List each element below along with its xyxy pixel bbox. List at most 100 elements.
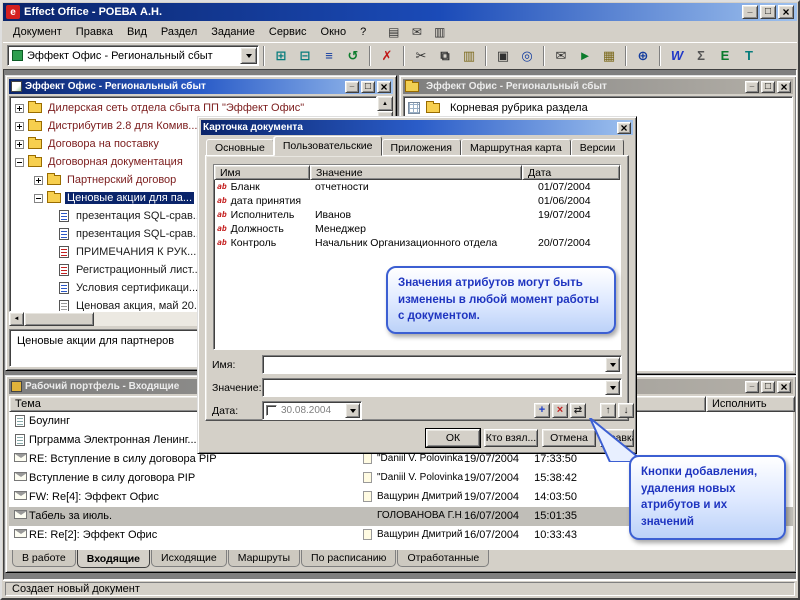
expand-plus-icon[interactable] <box>15 103 24 113</box>
main-toolbar: Эффект Офис - Региональный сбыт ⊞ ⊟ ≡ ↺ … <box>3 42 797 68</box>
tab-route-map[interactable]: Маршрутная карта <box>460 139 571 156</box>
add-attribute-button[interactable]: + <box>534 403 550 418</box>
expand-minus-icon[interactable] <box>34 193 43 203</box>
expand-plus-icon[interactable] <box>15 121 24 131</box>
tab-versions[interactable]: Версии <box>570 139 625 156</box>
scrollbar-thumb[interactable] <box>24 312 94 326</box>
menu-help[interactable]: ? <box>353 24 373 40</box>
attribute-value: Иванов <box>315 209 352 221</box>
section-list-item[interactable]: Корневая рубрика раздела <box>408 101 788 114</box>
combobox-dropdown-button[interactable] <box>240 47 257 64</box>
minimize-button[interactable] <box>742 5 758 19</box>
attribute-row[interactable]: Бланк отчетности 01/07/2004 <box>214 180 620 194</box>
mail-button[interactable]: ✉ <box>549 45 573 67</box>
tab-routes[interactable]: Маршруты <box>227 550 301 567</box>
dialog-title: Карточка документа <box>203 122 303 133</box>
tree-view-button[interactable]: ⊞ <box>269 45 293 67</box>
date-checkbox[interactable] <box>266 405 277 416</box>
expand-minus-icon[interactable] <box>15 157 24 167</box>
attribute-row[interactable]: дата принятия 01/06/2004 <box>214 194 620 208</box>
network-button[interactable]: ⊕ <box>631 45 655 67</box>
send-button[interactable]: ► <box>573 45 597 67</box>
tab-inbox[interactable]: Входящие <box>76 550 151 568</box>
search-button[interactable]: ◎ <box>515 45 539 67</box>
print-button[interactable]: ▣ <box>491 45 515 67</box>
mail-icon[interactable]: ✉ <box>406 23 427 40</box>
section-icon <box>12 50 23 61</box>
who-took-button[interactable]: Кто взял... <box>484 429 538 447</box>
tab-processed[interactable]: Отработанные <box>397 550 490 567</box>
move-up-button[interactable]: ↑ <box>600 403 616 418</box>
menu-section[interactable]: Раздел <box>154 24 204 40</box>
move-down-button[interactable]: ↓ <box>618 403 634 418</box>
column-header-name[interactable]: Имя <box>214 165 310 180</box>
cut-button[interactable]: ✂ <box>409 45 433 67</box>
scroll-left-icon[interactable] <box>9 312 24 326</box>
delete-button[interactable]: ✗ <box>375 45 399 67</box>
close-button[interactable] <box>777 80 791 93</box>
application-window: e Effect Office - РОЕВА А.Н. Документ Пр… <box>0 0 800 600</box>
expand-plus-icon[interactable] <box>15 139 24 149</box>
menu-window[interactable]: Окно <box>314 24 354 40</box>
menubar: Документ Правка Вид Раздел Задание Серви… <box>3 22 797 41</box>
value-combobox[interactable] <box>262 378 622 397</box>
excel-export-button[interactable]: E <box>713 45 737 67</box>
folder-icon <box>426 101 440 113</box>
tab-in-work[interactable]: В работе <box>12 550 76 567</box>
menu-edit[interactable]: Правка <box>69 24 120 40</box>
tab-scheduled[interactable]: По расписанию <box>301 550 397 567</box>
list-view-button[interactable]: ≡ <box>317 45 341 67</box>
menu-view[interactable]: Вид <box>120 24 154 40</box>
close-button[interactable] <box>617 121 631 134</box>
scroll-up-icon[interactable] <box>377 96 393 111</box>
ok-button[interactable]: ОК <box>425 428 481 448</box>
maximize-button[interactable] <box>761 80 775 93</box>
combobox-dropdown-button[interactable] <box>605 380 620 395</box>
tree-item-label: Партнерский договор <box>67 174 177 186</box>
word-export-button[interactable]: W <box>665 45 689 67</box>
text-export-button[interactable]: T <box>737 45 761 67</box>
column-header-value[interactable]: Значение <box>310 165 522 180</box>
tab-main[interactable]: Основные <box>206 139 274 156</box>
archive-button[interactable]: ▦ <box>597 45 621 67</box>
section-window-title: Эффект Офис - Региональный сбыт <box>426 81 607 92</box>
tab-outbox[interactable]: Исходящие <box>151 550 227 567</box>
attribute-icon <box>217 197 227 205</box>
minimize-button[interactable] <box>745 380 759 393</box>
maximize-button[interactable] <box>761 380 775 393</box>
column-header-execute[interactable]: Исполнить <box>706 396 795 412</box>
attribute-row[interactable]: Должность Менеджер <box>214 222 620 236</box>
menu-document[interactable]: Документ <box>6 24 69 40</box>
date-dropdown-button[interactable] <box>345 403 360 418</box>
menu-task[interactable]: Задание <box>204 24 262 40</box>
column-header-date[interactable]: Дата <box>522 165 620 180</box>
swap-attribute-button[interactable]: ⇄ <box>570 403 586 418</box>
attribute-value: Начальник Организационного отдела <box>315 237 498 249</box>
delete-attribute-button[interactable]: × <box>552 403 568 418</box>
combobox-dropdown-button[interactable] <box>605 357 620 372</box>
maximize-button[interactable] <box>361 80 375 93</box>
menu-service[interactable]: Сервис <box>262 24 314 40</box>
minimize-button[interactable] <box>745 80 759 93</box>
copy-button[interactable]: ⧉ <box>433 45 457 67</box>
close-button[interactable] <box>377 80 391 93</box>
refresh-button[interactable]: ↺ <box>341 45 365 67</box>
sum-button[interactable]: Σ <box>689 45 713 67</box>
card-view-button[interactable]: ⊟ <box>293 45 317 67</box>
tree-item[interactable]: Дилерская сеть отдела сбыта ПП "Эффект О… <box>10 99 376 117</box>
date-picker[interactable]: 30.08.2004 <box>262 401 362 420</box>
new-document-icon[interactable]: ▤ <box>383 23 404 40</box>
minimize-button[interactable] <box>345 80 359 93</box>
close-button[interactable] <box>778 5 794 19</box>
name-combobox[interactable] <box>262 355 622 374</box>
paste-button[interactable]: ▥ <box>457 45 481 67</box>
attribute-row[interactable]: Контроль Начальник Организационного отде… <box>214 236 620 250</box>
maximize-button[interactable] <box>760 5 776 19</box>
close-button[interactable] <box>777 380 791 393</box>
attribute-row[interactable]: Исполнитель Иванов 19/07/2004 <box>214 208 620 222</box>
print-icon[interactable]: ▥ <box>429 23 450 40</box>
section-combobox[interactable]: Эффект Офис - Региональный сбыт <box>7 45 259 66</box>
tab-custom[interactable]: Пользовательские <box>273 136 382 156</box>
expand-plus-icon[interactable] <box>34 175 43 185</box>
tab-attachments[interactable]: Приложения <box>381 139 461 156</box>
